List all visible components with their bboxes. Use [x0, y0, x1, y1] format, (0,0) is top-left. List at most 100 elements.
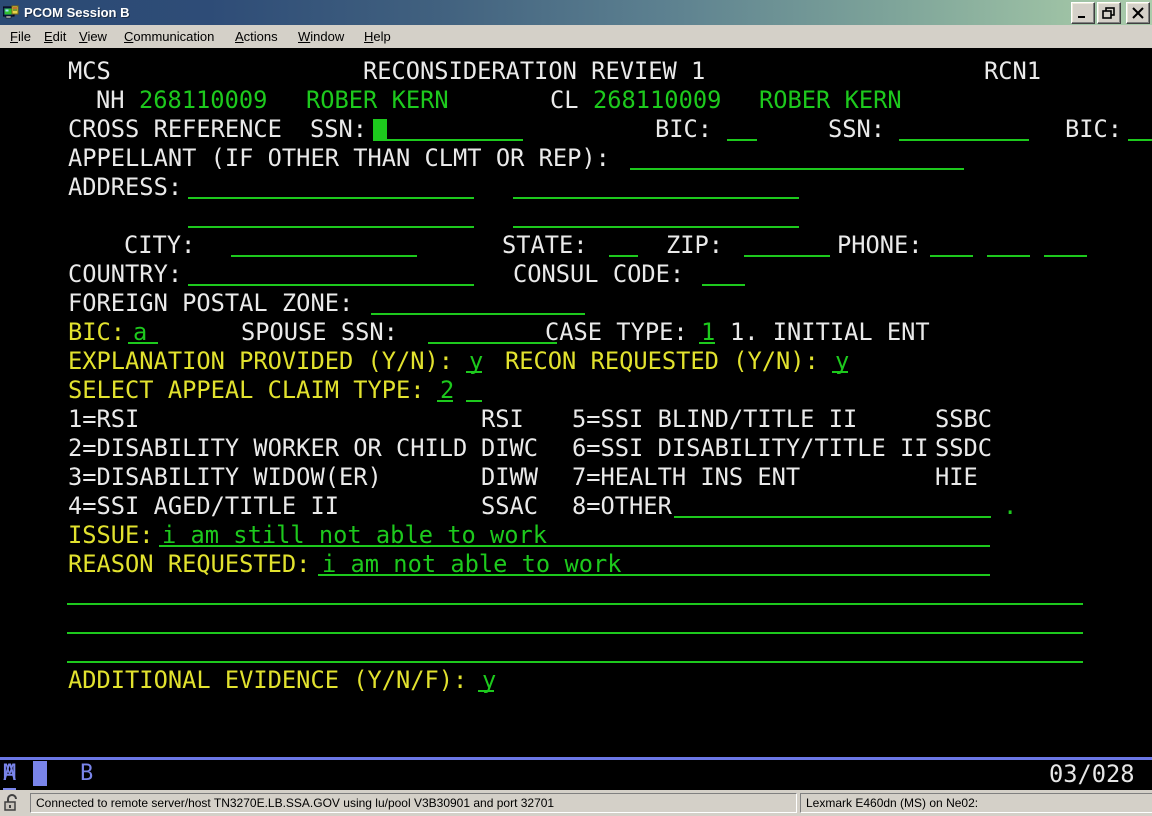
oia-keyboard-lock-block [33, 761, 47, 786]
input-field-underline[interactable] [513, 197, 799, 199]
menu-bar: File Edit View Communication Actions Window He… [0, 25, 1152, 48]
oia-session-letter: B [80, 760, 93, 788]
screen-label: 1. INITIAL ENT [730, 318, 930, 347]
screen-label: ISSUE: [68, 521, 154, 550]
field-value: 268110009 [139, 86, 267, 115]
input-field-underline[interactable] [674, 516, 991, 518]
menu-actions[interactable]: Actions [233, 28, 280, 45]
close-button[interactable] [1126, 2, 1150, 24]
screen-label: SSAC [481, 492, 538, 521]
connection-status: Connected to remote server/host TN3270E.… [30, 793, 797, 813]
terminal-screen[interactable]: MA B 03/028 MCSRECONSIDERATION REVIEW 1R… [0, 48, 1152, 790]
screen-label: 8=OTHER [572, 492, 672, 521]
input-field-underline[interactable] [67, 632, 1083, 634]
screen-label: NH [96, 86, 125, 115]
input-field-underline[interactable] [609, 255, 638, 257]
screen-label: COUNTRY: [68, 260, 182, 289]
screen-label: SSN: [828, 115, 885, 144]
input-field-underline[interactable] [67, 661, 1083, 663]
input-field-underline[interactable] [188, 284, 474, 286]
input-field-underline[interactable] [428, 342, 557, 344]
screen-title: RECONSIDERATION REVIEW 1 [363, 57, 705, 86]
screen-label: CITY: [124, 231, 195, 260]
input-field-underline[interactable] [832, 371, 848, 373]
menu-view[interactable]: View [77, 28, 109, 45]
screen-label: BIC: [1065, 115, 1122, 144]
minimize-button[interactable] [1071, 2, 1095, 24]
title-bar[interactable]: PCOM Session B [0, 0, 1152, 25]
screen-label: ADDRESS: [68, 173, 182, 202]
screen-label: DIWW [481, 463, 538, 492]
screen-label: EXPLANATION PROVIDED (Y/N): [68, 347, 453, 376]
input-field-underline[interactable] [466, 400, 482, 402]
menu-help[interactable]: Help [362, 28, 393, 45]
input-field-underline[interactable] [188, 226, 474, 228]
menu-file[interactable]: File [8, 28, 33, 45]
screen-label: SSN: [310, 115, 367, 144]
security-padlock-icon [3, 794, 23, 812]
input-field-underline[interactable] [699, 342, 715, 344]
screen-label: 1=RSI [68, 405, 139, 434]
screen-label: HIE [935, 463, 978, 492]
screen-label: RECON REQUESTED (Y/N): [505, 347, 819, 376]
screen-label: 3=DISABILITY WIDOW(ER) [68, 463, 382, 492]
screen-label: BIC: [655, 115, 712, 144]
screen-label: DIWC [481, 434, 538, 463]
screen-label: 4=SSI AGED/TITLE II [68, 492, 339, 521]
screen-label: ZIP: [666, 231, 723, 260]
screen-label: CASE TYPE: [545, 318, 688, 347]
screen-label: SSBC [935, 405, 992, 434]
field-value: ROBER KERN [759, 86, 902, 115]
screen-label: SPOUSE SSN: [241, 318, 398, 347]
pcomm-window: { "window": { "title": "PCOM Session B" … [0, 0, 1152, 816]
screen-label: 6=SSI DISABILITY/TITLE II [572, 434, 929, 463]
input-field-underline[interactable] [318, 574, 990, 576]
input-field-underline[interactable] [437, 400, 453, 402]
restore-button[interactable] [1097, 2, 1121, 24]
input-field-underline[interactable] [899, 139, 1029, 141]
input-field-underline[interactable] [231, 255, 417, 257]
screen-label: CONSUL CODE: [513, 260, 684, 289]
screen-id: RCN1 [984, 57, 1041, 86]
screen-label: APPELLANT (IF OTHER THAN CLMT OR REP): [68, 144, 610, 173]
screen-label: ADDITIONAL EVIDENCE (Y/N/F): [68, 666, 467, 695]
input-field-underline[interactable] [727, 139, 757, 141]
screen-label: SSDC [935, 434, 992, 463]
input-field-underline[interactable] [188, 197, 474, 199]
input-field-underline[interactable] [371, 313, 585, 315]
close-icon [1131, 7, 1145, 19]
printer-status: Lexmark E460dn (MS) on Ne02: [800, 793, 1152, 813]
screen-label: RSI [481, 405, 524, 434]
screen-label: FOREIGN POSTAL ZONE: [68, 289, 353, 318]
app-icon [3, 5, 19, 21]
input-field-underline[interactable] [744, 255, 830, 257]
input-field-underline[interactable] [128, 342, 158, 344]
input-field-underline[interactable] [478, 690, 494, 692]
screen-label: REASON REQUESTED: [68, 550, 310, 579]
input-field-underline[interactable] [702, 284, 745, 286]
screen-label: SELECT APPEAL CLAIM TYPE: [68, 376, 425, 405]
input-field-underline[interactable] [373, 139, 523, 141]
menu-communication[interactable]: Communication [122, 28, 216, 45]
field-value: 268110009 [593, 86, 721, 115]
screen-label: BIC: [68, 318, 125, 347]
input-field-underline[interactable] [159, 545, 990, 547]
field-value: . [1003, 492, 1017, 521]
screen-label: MCS [68, 57, 111, 86]
input-field-underline[interactable] [930, 255, 973, 257]
window-title: PCOM Session B [24, 5, 1071, 20]
input-field-underline[interactable] [630, 168, 964, 170]
input-field-underline[interactable] [1128, 139, 1152, 141]
screen-label: 5=SSI BLIND/TITLE II [572, 405, 857, 434]
screen-label: STATE: [502, 231, 588, 260]
input-field-underline[interactable] [513, 226, 799, 228]
screen-label: CL [550, 86, 579, 115]
input-field-underline[interactable] [987, 255, 1030, 257]
screen-label: CROSS REFERENCE [68, 115, 282, 144]
minimize-icon [1076, 7, 1090, 19]
input-field-underline[interactable] [1044, 255, 1087, 257]
menu-window[interactable]: Window [296, 28, 346, 45]
menu-edit[interactable]: Edit [42, 28, 68, 45]
input-field-underline[interactable] [466, 371, 482, 373]
input-field-underline[interactable] [67, 603, 1083, 605]
